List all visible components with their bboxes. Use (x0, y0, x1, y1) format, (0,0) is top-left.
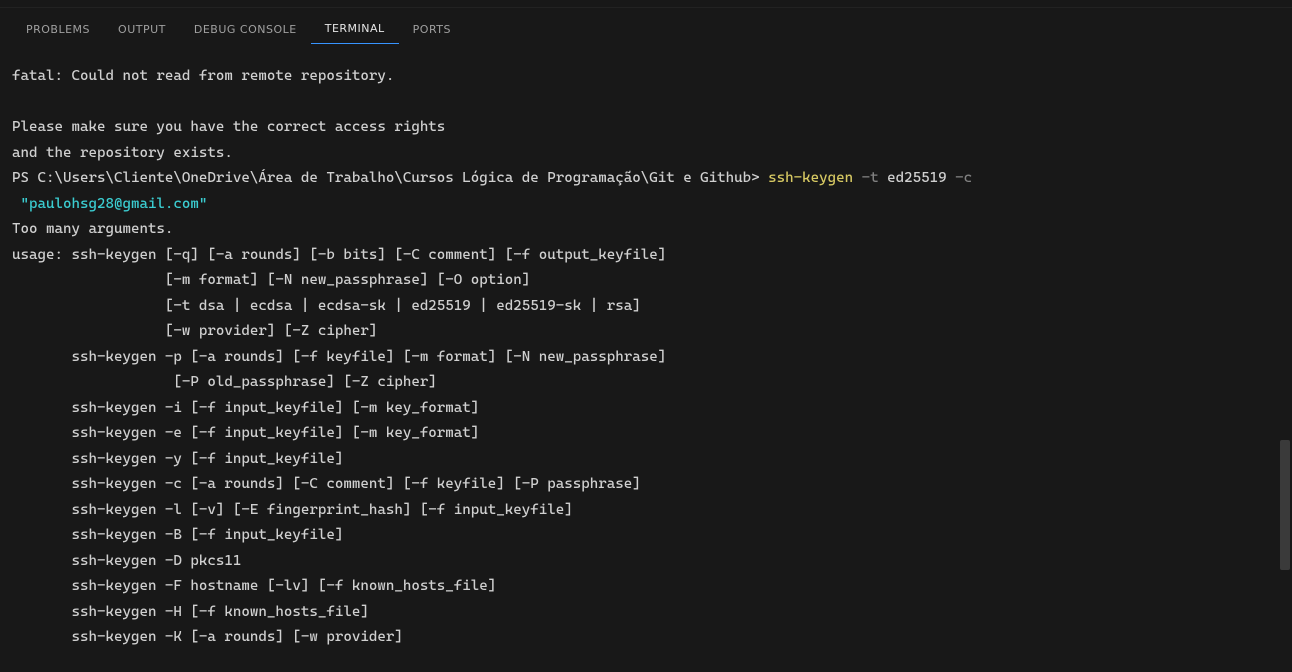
terminal-line: [-P old_passphrase] [-Z cipher] (12, 374, 437, 390)
terminal-line: ssh-keygen -y [-f input_keyfile] (12, 451, 343, 467)
cmd-name: ssh-keygen (768, 170, 853, 186)
cmd-flag: -c (955, 170, 972, 186)
scrollbar-thumb[interactable] (1280, 440, 1290, 570)
tab-problems[interactable]: PROBLEMS (12, 13, 104, 44)
cmd-arg: ed25519 (879, 170, 955, 186)
terminal-line: ssh-keygen -l [-v] [-E fingerprint_hash]… (12, 502, 573, 518)
terminal-line: Too many arguments. (12, 221, 173, 237)
panel-tabs: PROBLEMS OUTPUT DEBUG CONSOLE TERMINAL P… (0, 8, 1292, 48)
cmd-flag: -t (862, 170, 879, 186)
terminal-line: ssh-keygen -i [-f input_keyfile] [-m key… (12, 400, 479, 416)
terminal-line: and the repository exists. (12, 145, 233, 161)
prompt-path: PS C:\Users\Cliente\OneDrive\Área de Tra… (12, 170, 768, 186)
terminal-line: ssh-keygen -c [-a rounds] [-C comment] [… (12, 476, 641, 492)
terminal-line: ssh-keygen -e [-f input_keyfile] [-m key… (12, 425, 479, 441)
terminal-line: fatal: Could not read from remote reposi… (12, 68, 394, 84)
tab-debug-console[interactable]: DEBUG CONSOLE (180, 13, 311, 44)
terminal-line: ssh-keygen -H [-f known_hosts_file] (12, 604, 369, 620)
terminal-line: ssh-keygen -p [-a rounds] [-f keyfile] [… (12, 349, 666, 365)
terminal-output[interactable]: fatal: Could not read from remote reposi… (0, 48, 1292, 667)
terminal-line: ssh-keygen -D pkcs11 (12, 553, 241, 569)
tab-terminal[interactable]: TERMINAL (311, 12, 399, 44)
tab-output[interactable]: OUTPUT (104, 13, 180, 44)
terminal-line: ssh-keygen -F hostname [-lv] [-f known_h… (12, 578, 496, 594)
terminal-line: ssh-keygen -K [-a rounds] [-w provider] (12, 629, 403, 645)
terminal-line: Please make sure you have the correct ac… (12, 119, 445, 135)
terminal-line: [-m format] [-N new_passphrase] [-O opti… (12, 272, 530, 288)
tab-ports[interactable]: PORTS (399, 13, 465, 44)
terminal-line: [-w provider] [-Z cipher] (12, 323, 377, 339)
cmd-string-arg: "paulohsg28@gmail.com" (12, 196, 207, 212)
terminal-line: [-t dsa | ecdsa | ecdsa-sk | ed25519 | e… (12, 298, 641, 314)
title-bar (0, 0, 1292, 8)
terminal-line: usage: ssh-keygen [-q] [-a rounds] [-b b… (12, 247, 666, 263)
terminal-line: ssh-keygen -B [-f input_keyfile] (12, 527, 343, 543)
